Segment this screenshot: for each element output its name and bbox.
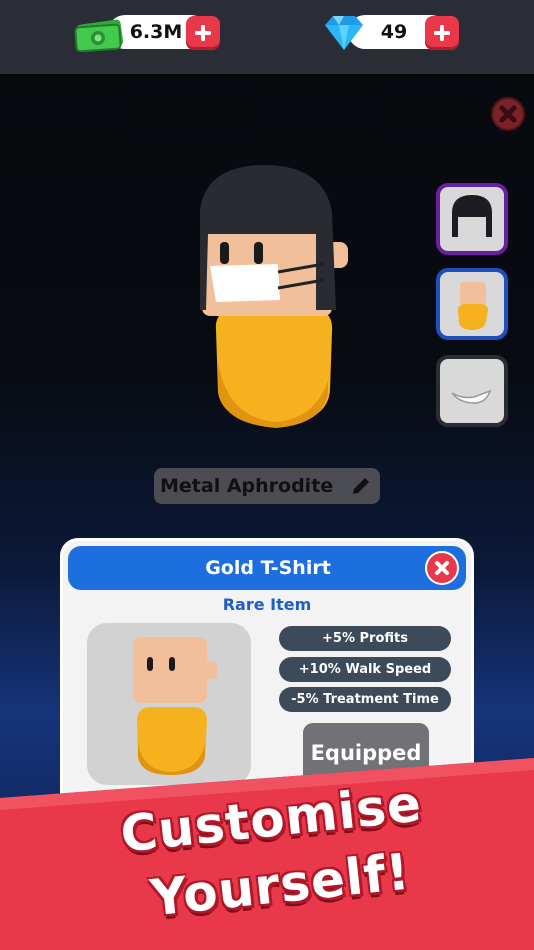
avatar-name-field[interactable]: Metal Aphrodite — [154, 468, 380, 504]
add-cash-button[interactable] — [186, 16, 220, 50]
top-bar: 6.3M 49 — [0, 0, 534, 74]
slot-mask[interactable] — [436, 355, 508, 427]
close-icon — [435, 561, 449, 575]
close-customize-button[interactable] — [491, 97, 525, 131]
stat-badge: +10% Walk Speed — [279, 657, 451, 682]
cash-value: 6.3M — [129, 21, 183, 43]
plus-icon — [195, 25, 211, 41]
item-rarity: Rare Item — [222, 595, 312, 614]
plus-icon — [434, 25, 450, 41]
character-preview — [196, 160, 356, 435]
gems-value: 49 — [380, 21, 408, 43]
close-icon — [499, 105, 517, 123]
add-gems-button[interactable] — [425, 16, 459, 50]
item-title: Gold T-Shirt — [205, 557, 331, 579]
close-item-button[interactable] — [425, 551, 459, 585]
item-card-header: Gold T-Shirt — [68, 546, 466, 590]
stat-badge: +5% Profits — [279, 626, 451, 651]
cash-icon — [74, 14, 126, 53]
shirt-icon — [458, 282, 488, 330]
slot-shirt[interactable] — [436, 268, 508, 340]
mask-icon — [451, 389, 492, 404]
avatar-name: Metal Aphrodite — [160, 475, 334, 497]
hair-icon — [452, 195, 492, 237]
gem-icon — [319, 13, 369, 53]
slot-hair[interactable] — [436, 183, 508, 255]
pencil-icon[interactable] — [350, 475, 372, 497]
item-preview — [87, 623, 251, 785]
stat-badge: -5% Treatment Time — [279, 687, 451, 712]
